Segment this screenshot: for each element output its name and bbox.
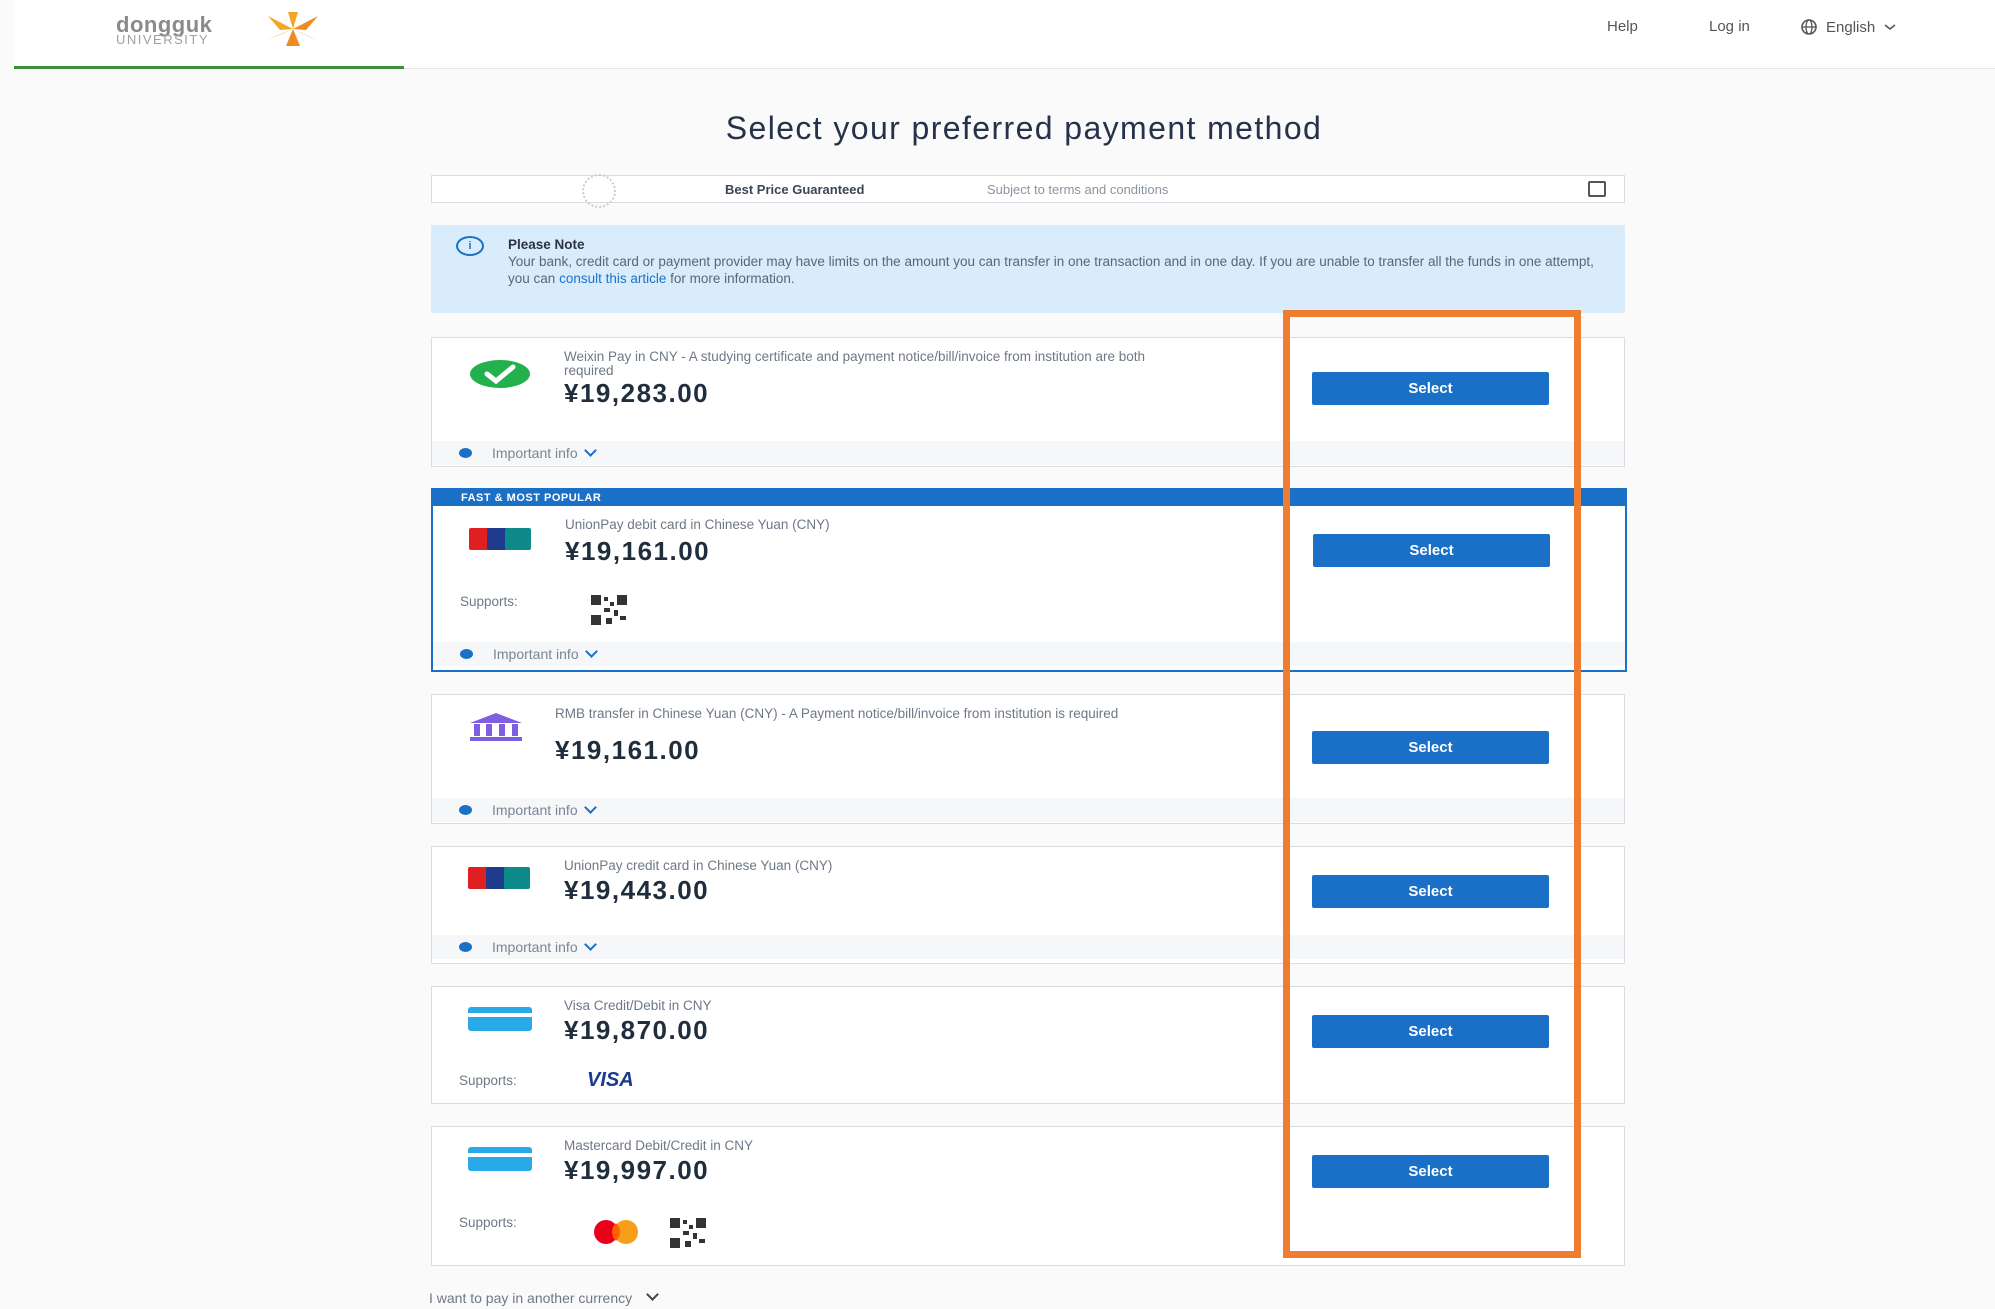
info-dot-icon: [459, 942, 472, 952]
select-button[interactable]: Select: [1312, 1015, 1549, 1048]
select-button[interactable]: Select: [1312, 1155, 1549, 1188]
university-logo[interactable]: dongguk UNIVERSITY: [116, 12, 336, 48]
method-description: Visa Credit/Debit in CNY: [564, 998, 712, 1013]
info-dot-icon: [459, 805, 472, 815]
important-info-label: Important info: [492, 802, 578, 818]
select-button[interactable]: Select: [1313, 534, 1550, 567]
supports-label: Supports:: [460, 594, 518, 609]
supports-label: Supports:: [459, 1215, 517, 1230]
method-description: UnionPay debit card in Chinese Yuan (CNY…: [565, 517, 830, 532]
select-button[interactable]: Select: [1312, 731, 1549, 764]
important-info-toggle[interactable]: Important info: [432, 798, 1624, 822]
best-price-terms: Subject to terms and conditions: [987, 182, 1169, 197]
mastercard-logo-icon: [594, 1220, 638, 1244]
chevron-down-icon: [584, 645, 598, 658]
external-link-icon[interactable]: [1588, 181, 1606, 197]
globe-icon: [1801, 19, 1817, 35]
best-price-banner[interactable]: Best Price Guaranteed Subject to terms a…: [431, 174, 1625, 208]
consult-article-link[interactable]: consult this article: [559, 271, 666, 286]
page-title: Select your preferred payment method: [725, 110, 1323, 146]
chevron-down-icon: [583, 938, 597, 951]
unionpay-icon: [468, 867, 530, 889]
method-price: ¥19,283.00: [564, 378, 710, 408]
info-dot-icon: [460, 649, 473, 659]
please-note-box: i Please Note Your bank, credit card or …: [431, 225, 1625, 313]
payment-option-visa: Visa Credit/Debit in CNY ¥19,870.00 Sele…: [431, 986, 1625, 1104]
important-info-toggle[interactable]: Important info: [433, 642, 1625, 666]
note-body: Your bank, credit card or payment provid…: [508, 253, 1608, 287]
payment-option-unionpay-credit: UnionPay credit card in Chinese Yuan (CN…: [431, 846, 1625, 964]
credit-card-icon: [468, 1147, 532, 1171]
loading-spinner-icon: [582, 174, 616, 208]
method-price: ¥19,997.00: [564, 1155, 710, 1185]
qr-code-icon: [590, 594, 628, 626]
note-title: Please Note: [508, 237, 585, 252]
unionpay-icon: [469, 528, 531, 550]
important-info-label: Important info: [492, 445, 578, 461]
payment-option-unionpay-debit: FAST & MOST POPULAR UnionPay debit card …: [431, 488, 1627, 672]
method-description: UnionPay credit card in Chinese Yuan (CN…: [564, 858, 833, 873]
note-tail: for more information.: [670, 271, 795, 286]
important-info-toggle[interactable]: Important info: [432, 441, 1624, 465]
chevron-down-icon: [583, 801, 597, 814]
help-link[interactable]: Help: [1607, 18, 1638, 35]
login-link[interactable]: Log in: [1709, 18, 1750, 35]
method-description: Weixin Pay in CNY - A studying certifica…: [564, 349, 1146, 378]
important-info-label: Important info: [493, 646, 579, 662]
header-accent-line: [14, 66, 404, 69]
bank-icon: [470, 713, 522, 741]
language-selector[interactable]: English: [1800, 18, 1897, 36]
method-price: ¥19,161.00: [555, 735, 701, 765]
credit-card-icon: [468, 1007, 532, 1031]
method-price: ¥19,443.00: [564, 875, 710, 905]
payment-option-rmb-transfer: RMB transfer in Chinese Yuan (CNY) - A P…: [431, 694, 1625, 824]
chevron-down-icon: [583, 444, 597, 457]
payment-option-weixin: Weixin Pay in CNY - A studying certifica…: [431, 337, 1625, 467]
method-price: ¥19,870.00: [564, 1015, 710, 1045]
method-price: ¥19,161.00: [565, 536, 711, 566]
info-icon: i: [456, 236, 484, 256]
supports-label: Supports:: [459, 1073, 517, 1088]
info-dot-icon: [459, 448, 472, 458]
select-button[interactable]: Select: [1312, 875, 1549, 908]
logo-subtext: UNIVERSITY: [116, 32, 210, 47]
method-description: RMB transfer in Chinese Yuan (CNY) - A P…: [555, 706, 1119, 721]
visa-logo: VISA: [587, 1069, 634, 1091]
important-info-label: Important info: [492, 939, 578, 955]
featured-badge: FAST & MOST POPULAR: [433, 490, 1625, 506]
qr-code-icon: [669, 1217, 707, 1249]
other-currency-label: I want to pay in another currency: [429, 1290, 633, 1306]
language-label: English: [1826, 18, 1876, 36]
other-currency-toggle[interactable]: I want to pay in another currency: [429, 1288, 659, 1306]
select-button[interactable]: Select: [1312, 372, 1549, 405]
best-price-title: Best Price Guaranteed: [725, 182, 865, 197]
lotus-logo-icon: [266, 12, 320, 46]
chevron-down-icon: [1884, 24, 1896, 31]
chevron-down-icon: [646, 1288, 659, 1301]
important-info-toggle[interactable]: Important info: [432, 935, 1624, 959]
method-description: Mastercard Debit/Credit in CNY: [564, 1138, 754, 1153]
wechat-pay-icon: [470, 360, 530, 388]
payment-option-mastercard: Mastercard Debit/Credit in CNY ¥19,997.0…: [431, 1126, 1625, 1266]
